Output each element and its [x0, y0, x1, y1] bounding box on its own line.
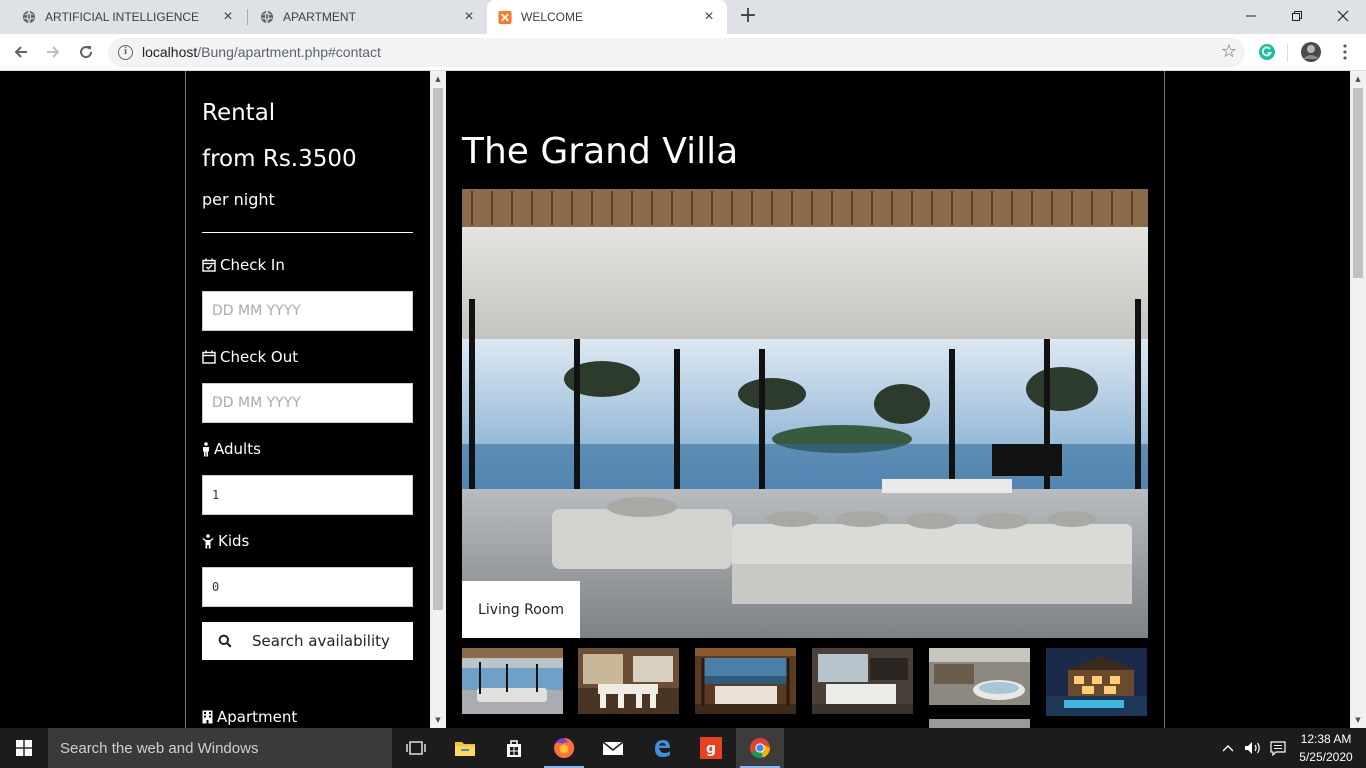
- thumbnail-bedroom-view[interactable]: [695, 648, 796, 714]
- checkout-label: Check Out: [202, 348, 298, 366]
- thumbnail-extra[interactable]: [929, 716, 1030, 728]
- bookmark-star-icon[interactable]: ☆: [1221, 41, 1237, 62]
- checkin-input[interactable]: DD MM YYYY: [202, 291, 413, 331]
- close-tab-icon[interactable]: ×: [461, 9, 477, 25]
- living-room-photo: [462, 189, 1148, 638]
- search-availability-button[interactable]: Search availability: [202, 622, 413, 660]
- scroll-down-arrow-icon[interactable]: ▼: [1353, 715, 1363, 725]
- rental-heading: Rental: [202, 100, 276, 126]
- thumbnail-bedroom[interactable]: [812, 648, 913, 714]
- scrollbar-thumb[interactable]: [433, 88, 443, 610]
- file-explorer-icon[interactable]: [441, 728, 489, 768]
- price-text: from Rs.3500: [202, 146, 357, 172]
- svg-text:g: g: [706, 741, 716, 757]
- tab-welcome[interactable]: WELCOME ×: [487, 0, 727, 34]
- mail-icon[interactable]: [589, 728, 637, 768]
- main-content: The Grand Villa Living Room: [446, 71, 1165, 728]
- show-hidden-icons-icon[interactable]: [1222, 728, 1234, 768]
- xampp-icon: [498, 10, 512, 24]
- tab-apartment[interactable]: APARTMENT ×: [248, 0, 487, 34]
- building-icon: [202, 710, 213, 724]
- per-night-text: per night: [202, 190, 275, 209]
- address-bar[interactable]: i localhost/Bung/apartment.php#contact ☆: [108, 38, 1245, 67]
- adults-input[interactable]: 1: [202, 475, 413, 515]
- adults-label-text: Adults: [214, 440, 261, 458]
- kids-label-text: Kids: [218, 532, 250, 550]
- windows-logo-icon: [16, 740, 32, 756]
- windows-taskbar: Search the web and Windows g 12:38 AM 5/…: [0, 728, 1366, 768]
- start-button[interactable]: [0, 728, 48, 768]
- restore-button[interactable]: [1274, 0, 1320, 32]
- checkin-label: Check In: [202, 256, 285, 274]
- clock-date: 5/25/2020: [1299, 750, 1353, 764]
- scroll-down-arrow-icon[interactable]: ▼: [433, 715, 443, 725]
- volume-icon[interactable]: [1244, 728, 1262, 768]
- scroll-up-arrow-icon[interactable]: ▲: [1353, 74, 1363, 84]
- kids-label: Kids: [202, 532, 249, 550]
- taskbar-clock[interactable]: 12:38 AM 5/25/2020: [1296, 730, 1356, 766]
- clock-time: 12:38 AM: [1300, 732, 1352, 746]
- close-tab-icon[interactable]: ×: [701, 9, 717, 25]
- close-tab-icon[interactable]: ×: [220, 9, 236, 25]
- menu-kebab-icon[interactable]: [1333, 40, 1357, 64]
- tab-label: APARTMENT: [283, 10, 356, 24]
- url-path: /Bung/apartment.php#contact: [197, 44, 381, 60]
- tab-label: ARTIFICIAL INTELLIGENCE: [45, 10, 200, 24]
- gaana-icon[interactable]: g: [687, 728, 735, 768]
- scrollbar-thumb[interactable]: [1353, 88, 1363, 278]
- back-button[interactable]: [9, 40, 33, 64]
- checkout-input[interactable]: DD MM YYYY: [202, 383, 413, 423]
- close-window-button[interactable]: [1320, 0, 1366, 32]
- tab-artificial-intelligence[interactable]: ARTIFICIAL INTELLIGENCE ×: [0, 0, 246, 34]
- thumbnail-exterior-pool[interactable]: [1046, 648, 1147, 716]
- thumbnail-bathroom[interactable]: [929, 648, 1030, 705]
- task-view-icon[interactable]: [392, 728, 440, 768]
- reload-button[interactable]: [74, 40, 98, 64]
- thumbnail-living-room[interactable]: [462, 648, 563, 714]
- kids-input[interactable]: 0: [202, 567, 413, 607]
- search-button-label: Search availability: [252, 632, 390, 650]
- page-scrollbar[interactable]: ▲ ▼: [1350, 71, 1366, 728]
- taskbar-search-box[interactable]: Search the web and Windows: [48, 728, 392, 768]
- thumbnail-strip: [462, 648, 1148, 728]
- apartment-label: Apartment: [217, 708, 298, 726]
- male-person-icon: [203, 441, 209, 456]
- grammarly-extension-icon[interactable]: [1255, 40, 1279, 64]
- store-icon[interactable]: [490, 728, 538, 768]
- sidebar-scrollbar[interactable]: ▲ ▼: [430, 71, 446, 728]
- toolbar-divider: [1287, 44, 1288, 62]
- globe-icon: [260, 10, 274, 24]
- adults-label: Adults: [202, 440, 261, 458]
- url-text: localhost/Bung/apartment.php#contact: [142, 44, 381, 60]
- checkin-label-text: Check In: [220, 256, 285, 274]
- thumbnail-kitchen-dining[interactable]: [578, 648, 679, 714]
- scroll-up-arrow-icon[interactable]: ▲: [433, 74, 443, 84]
- checkout-label-text: Check Out: [220, 348, 299, 366]
- booking-sidebar: Rental from Rs.3500 per night Check In D…: [185, 71, 430, 728]
- apartment-link[interactable]: Apartment: [202, 708, 297, 726]
- browser-toolbar: i localhost/Bung/apartment.php#contact ☆: [0, 34, 1366, 71]
- globe-icon: [22, 10, 36, 24]
- image-caption: Living Room: [462, 581, 580, 638]
- search-icon: [218, 634, 232, 648]
- url-host: localhost: [142, 44, 198, 60]
- chrome-icon[interactable]: [736, 728, 784, 768]
- calendar-icon: [202, 350, 216, 364]
- forward-button[interactable]: [41, 40, 65, 64]
- gallery-main-image[interactable]: Living Room: [462, 189, 1148, 638]
- page-viewport: Rental from Rs.3500 per night Check In D…: [0, 71, 1350, 728]
- action-center-icon[interactable]: [1270, 728, 1286, 768]
- calendar-check-icon: [202, 258, 216, 272]
- firefox-icon[interactable]: [540, 728, 588, 768]
- divider: [202, 232, 413, 233]
- edge-icon[interactable]: [638, 728, 686, 768]
- profile-avatar[interactable]: [1299, 40, 1323, 64]
- minimize-button[interactable]: [1228, 0, 1274, 32]
- info-icon[interactable]: i: [118, 45, 133, 60]
- tab-label: WELCOME: [521, 10, 584, 24]
- browser-tab-strip: ARTIFICIAL INTELLIGENCE × APARTMENT × WE…: [0, 0, 1366, 34]
- child-icon: [202, 533, 214, 548]
- new-tab-button[interactable]: +: [738, 5, 758, 27]
- page-title: The Grand Villa: [462, 131, 739, 172]
